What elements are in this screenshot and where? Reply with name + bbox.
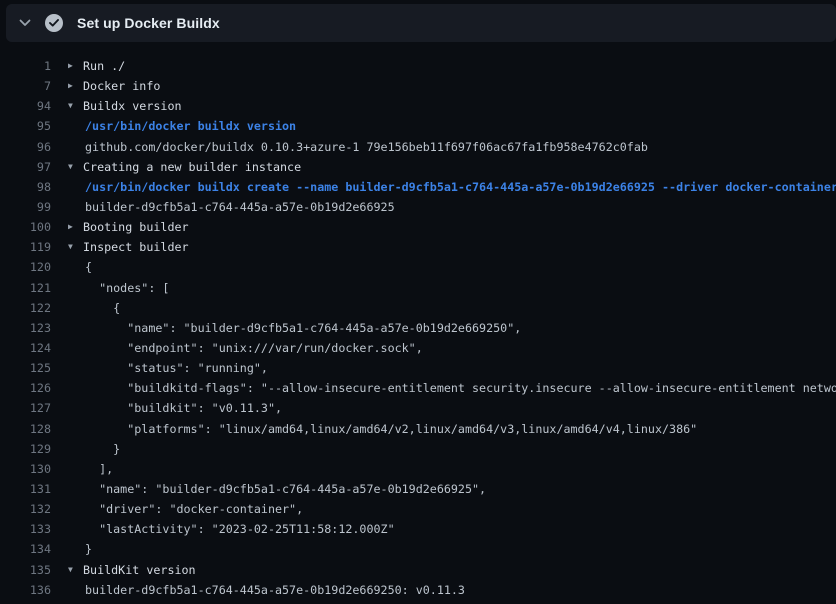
log-line: 99 builder-d9cfb5a1-c764-445a-a57e-0b19d2… [0,197,836,217]
log-text: Creating a new builder instance [83,160,301,174]
log-line[interactable]: 1 ▶ Run ./ [0,56,836,76]
line-number-link[interactable]: 98 [0,180,51,194]
log-text: { [85,301,120,315]
line-number-link[interactable]: 97 [0,160,51,174]
line-number-link[interactable]: 125 [0,361,51,375]
line-number-link[interactable]: 132 [0,502,51,516]
group-expanded-icon[interactable]: ▼ [68,566,78,574]
line-number-link[interactable]: 99 [0,200,51,214]
log-text: /usr/bin/docker buildx version [85,119,296,133]
log-text: Run ./ [83,59,125,73]
log-text: builder-d9cfb5a1-c764-445a-a57e-0b19d2e6… [85,200,395,214]
step-header[interactable]: Set up Docker Buildx [6,4,836,42]
log-text: "buildkitd-flags": "--allow-insecure-ent… [85,381,836,395]
log-text: BuildKit version [83,563,196,577]
log-text: "platforms": "linux/amd64,linux/amd64/v2… [85,422,697,436]
line-number-link[interactable]: 122 [0,301,51,315]
log-text: Buildx version [83,99,182,113]
log-text: Docker info [83,79,160,93]
group-collapsed-icon[interactable]: ▶ [68,82,78,90]
log-text: "buildkit": "v0.11.3", [85,401,282,415]
log-line: 122 { [0,298,836,318]
line-number-link[interactable]: 135 [0,563,51,577]
line-number-link[interactable]: 7 [0,79,51,93]
group-expanded-icon[interactable]: ▼ [68,243,78,251]
line-number-link[interactable]: 123 [0,321,51,335]
log-line: 131 "name": "builder-d9cfb5a1-c764-445a-… [0,479,836,499]
log-line: 98/usr/bin/docker buildx create --name b… [0,177,836,197]
log-line: 121 "nodes": [ [0,278,836,298]
line-number-link[interactable]: 129 [0,442,51,456]
log-line: 128 "platforms": "linux/amd64,linux/amd6… [0,419,836,439]
log-line[interactable]: 135 ▼ BuildKit version [0,560,836,580]
group-expanded-icon[interactable]: ▼ [68,163,78,171]
log-text: "status": "running", [85,361,268,375]
log-line: 123 "name": "builder-d9cfb5a1-c764-445a-… [0,318,836,338]
log-line: 120 { [0,257,836,277]
line-number-link[interactable]: 95 [0,119,51,133]
line-number-link[interactable]: 133 [0,522,51,536]
line-number-link[interactable]: 124 [0,341,51,355]
log-text: github.com/docker/buildx 0.10.3+azure-1 … [85,140,648,154]
log-line: 125 "status": "running", [0,358,836,378]
log-line[interactable]: 7 ▶ Docker info [0,76,836,96]
line-number-link[interactable]: 126 [0,381,51,395]
log-line: 129 } [0,439,836,459]
log-line: 133 "lastActivity": "2023-02-25T11:58:12… [0,519,836,539]
log-text: } [85,542,92,556]
log-text: "lastActivity": "2023-02-25T11:58:12.000… [85,522,395,536]
group-expanded-icon[interactable]: ▼ [68,102,78,110]
log-line[interactable]: 119 ▼ Inspect builder [0,237,836,257]
log-text: "endpoint": "unix:///var/run/docker.sock… [85,341,423,355]
line-number-link[interactable]: 1 [0,59,51,73]
log-line[interactable]: 100 ▶ Booting builder [0,217,836,237]
line-number-link[interactable]: 100 [0,220,51,234]
line-number-link[interactable]: 136 [0,583,51,597]
log-text: "name": "builder-d9cfb5a1-c764-445a-a57e… [85,321,521,335]
line-number-link[interactable]: 128 [0,422,51,436]
chevron-down-icon[interactable] [18,16,32,30]
line-number-link[interactable]: 96 [0,140,51,154]
line-number-link[interactable]: 120 [0,260,51,274]
log-line: 96 github.com/docker/buildx 0.10.3+azure-… [0,137,836,157]
log-line: 127 "buildkit": "v0.11.3", [0,398,836,418]
group-collapsed-icon[interactable]: ▶ [68,62,78,70]
log-text: "name": "builder-d9cfb5a1-c764-445a-a57e… [85,482,486,496]
log-line: 132 "driver": "docker-container", [0,499,836,519]
log-line: 95/usr/bin/docker buildx version [0,116,836,136]
log-line: 130 ], [0,459,836,479]
log-text: /usr/bin/docker buildx create --name bui… [85,180,836,194]
log-text: "nodes": [ [85,281,169,295]
log-viewer: 1 ▶ Run ./ 7 ▶ Docker info 94 ▼ Buildx version 95… [0,56,836,600]
line-number-link[interactable]: 94 [0,99,51,113]
line-number-link[interactable]: 134 [0,542,51,556]
log-text: ], [85,462,113,476]
log-text: { [85,260,92,274]
log-line: 124 "endpoint": "unix:///var/run/docker.… [0,338,836,358]
log-line: 126 "buildkitd-flags": "--allow-insecure… [0,378,836,398]
step-title: Set up Docker Buildx [77,15,220,31]
group-collapsed-icon[interactable]: ▶ [68,223,78,231]
log-line: 136 builder-d9cfb5a1-c764-445a-a57e-0b19d… [0,580,836,600]
line-number-link[interactable]: 131 [0,482,51,496]
line-number-link[interactable]: 119 [0,240,51,254]
log-lines: 1 ▶ Run ./ 7 ▶ Docker info 94 ▼ Buildx version 95… [0,56,836,600]
line-number-link[interactable]: 130 [0,462,51,476]
log-line: 134} [0,539,836,559]
log-line[interactable]: 97 ▼ Creating a new builder instance [0,157,836,177]
actions-log-page: { "header": { "title": "Set up Docker Bu… [0,0,836,604]
log-line[interactable]: 94 ▼ Buildx version [0,96,836,116]
check-circle-icon [45,14,63,32]
log-text: builder-d9cfb5a1-c764-445a-a57e-0b19d2e6… [85,583,465,597]
line-number-link[interactable]: 121 [0,281,51,295]
log-text: } [85,442,120,456]
line-number-link[interactable]: 127 [0,401,51,415]
log-text: Inspect builder [83,240,189,254]
log-text: Booting builder [83,220,189,234]
log-text: "driver": "docker-container", [85,502,303,516]
